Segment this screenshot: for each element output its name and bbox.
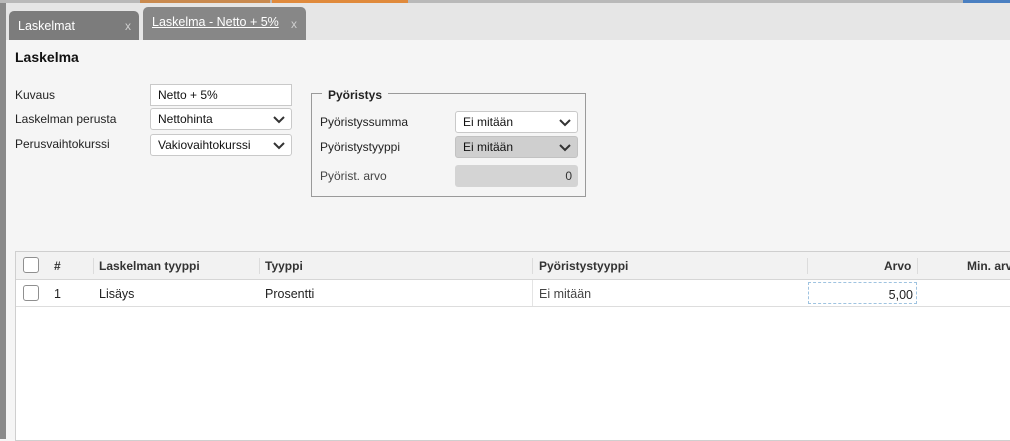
col-min-arvo[interactable]: Min. arvo <box>967 259 1010 273</box>
cell-tyyppi[interactable]: Prosentti <box>265 287 314 301</box>
tab-bar: Laskelmat x Laskelma - Netto + 5% x <box>6 3 1010 40</box>
arvo-readonly: 0 <box>455 165 578 187</box>
tab-label: Laskelma - Netto + 5% <box>152 15 279 29</box>
perusta-select[interactable]: Nettohinta <box>150 108 292 130</box>
cell-divider <box>532 280 533 306</box>
close-icon[interactable]: x <box>291 17 297 31</box>
row-checkbox[interactable] <box>23 285 39 301</box>
tyyppi-select[interactable]: Ei mitään <box>455 136 578 158</box>
summa-select[interactable]: Ei mitään <box>455 111 578 133</box>
tab-laskelmat[interactable]: Laskelmat x <box>9 11 139 40</box>
column-divider[interactable] <box>93 258 94 274</box>
calculation-grid: # Laskelman tyyppi Tyyppi Pyöristystyypp… <box>15 251 1010 441</box>
select-all-checkbox[interactable] <box>23 257 39 273</box>
col-pyoristystyyppi[interactable]: Pyöristystyyppi <box>539 259 628 273</box>
col-laskelman-tyyppi[interactable]: Laskelman tyyppi <box>99 259 200 273</box>
chevron-down-icon <box>273 142 285 150</box>
table-row[interactable]: 1 Lisäys Prosentti Ei mitään 5,00 <box>16 280 1010 307</box>
cell-pyoristystyyppi[interactable]: Ei mitään <box>539 287 591 301</box>
column-divider[interactable] <box>532 258 533 274</box>
tyyppi-value: Ei mitään <box>463 140 514 154</box>
tyyppi-label: Pyöristystyyppi <box>320 140 401 154</box>
perusta-value: Nettohinta <box>158 112 213 126</box>
calculation-panel: Laskelma Kuvaus Netto + 5% Laskelman per… <box>6 40 1010 441</box>
tab-laskelma-netto[interactable]: Laskelma - Netto + 5% x <box>143 7 306 40</box>
vaihtokurssi-select[interactable]: Vakiovaihtokurssi <box>150 134 292 156</box>
col-arvo[interactable]: Arvo <box>884 259 911 273</box>
tab-label: Laskelmat <box>18 19 75 33</box>
column-divider[interactable] <box>259 258 260 274</box>
column-divider[interactable] <box>807 258 808 274</box>
kuvaus-input[interactable]: Netto + 5% <box>150 84 292 106</box>
chevron-down-icon <box>273 116 285 124</box>
cell-number: 1 <box>54 287 61 301</box>
col-number[interactable]: # <box>54 259 61 273</box>
kuvaus-label: Kuvaus <box>15 88 56 102</box>
arvo-label: Pyörist. arvo <box>320 169 387 183</box>
page-title: Laskelma <box>15 49 79 65</box>
close-icon[interactable]: x <box>125 19 131 33</box>
cell-laskelman-tyyppi[interactable]: Lisäys <box>99 287 134 301</box>
chevron-down-icon <box>559 144 571 152</box>
summa-value: Ei mitään <box>463 115 514 129</box>
vaihtokurssi-label: Perusvaihtokurssi <box>15 137 110 151</box>
grid-header: # Laskelman tyyppi Tyyppi Pyöristystyypp… <box>16 252 1010 280</box>
vaihtokurssi-value: Vakiovaihtokurssi <box>158 138 251 152</box>
cell-arvo[interactable]: 5,00 <box>808 282 917 304</box>
col-tyyppi[interactable]: Tyyppi <box>265 259 303 273</box>
chevron-down-icon <box>559 119 571 127</box>
column-divider[interactable] <box>917 258 918 274</box>
summa-label: Pyöristyssumma <box>320 115 409 129</box>
rounding-legend: Pyöristys <box>322 88 389 102</box>
perusta-label: Laskelman perusta <box>15 112 117 126</box>
